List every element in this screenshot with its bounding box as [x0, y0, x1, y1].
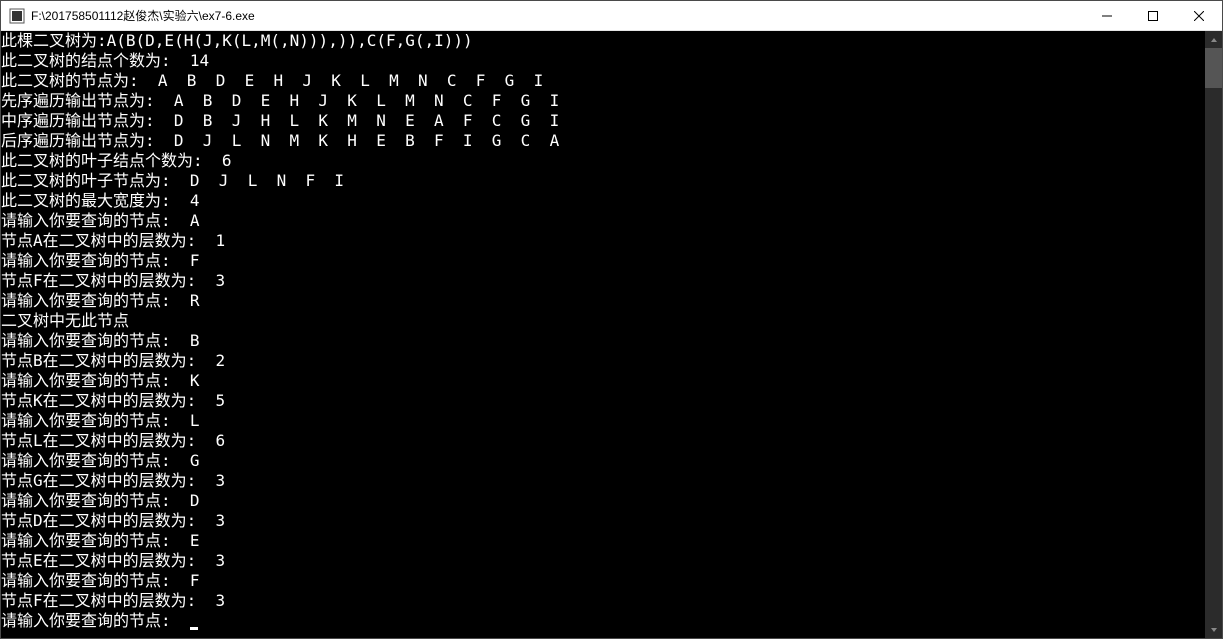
console-line: 请输入你要查询的节点: B	[1, 331, 1222, 351]
scroll-down-button[interactable]	[1205, 621, 1222, 638]
console-line: 此棵二叉树为:A(B(D,E(H(J,K(L,M(,N))),)),C(F,G(…	[1, 31, 1222, 51]
console-line: 节点G在二叉树中的层数为: 3	[1, 471, 1222, 491]
maximize-button[interactable]	[1130, 1, 1176, 30]
console-line: 请输入你要查询的节点: F	[1, 251, 1222, 271]
scrollbar-track[interactable]	[1205, 48, 1222, 621]
console-line: 此二叉树的最大宽度为: 4	[1, 191, 1222, 211]
console-line: 请输入你要查询的节点: D	[1, 491, 1222, 511]
console-line: 节点E在二叉树中的层数为: 3	[1, 551, 1222, 571]
console-output: 此棵二叉树为:A(B(D,E(H(J,K(L,M(,N))),)),C(F,G(…	[1, 31, 1222, 631]
window-controls	[1084, 1, 1222, 30]
console-line: 请输入你要查询的节点: R	[1, 291, 1222, 311]
window-title: F:\201758501112赵俊杰\实验六\ex7-6.exe	[31, 7, 1084, 24]
console-line: 节点F在二叉树中的层数为: 3	[1, 591, 1222, 611]
console-line: 此二叉树的结点个数为: 14	[1, 51, 1222, 71]
console-line: 节点B在二叉树中的层数为: 2	[1, 351, 1222, 371]
console-line: 节点L在二叉树中的层数为: 6	[1, 431, 1222, 451]
console-line: 请输入你要查询的节点: E	[1, 531, 1222, 551]
scrollbar-thumb[interactable]	[1205, 48, 1222, 88]
app-window: F:\201758501112赵俊杰\实验六\ex7-6.exe 此棵二叉树为:…	[0, 0, 1223, 639]
console-line: 二叉树中无此节点	[1, 311, 1222, 331]
console-line: 请输入你要查询的节点: G	[1, 451, 1222, 471]
console-line: 请输入你要查询的节点:	[1, 611, 1222, 631]
console-line: 节点F在二叉树中的层数为: 3	[1, 271, 1222, 291]
console-line: 节点A在二叉树中的层数为: 1	[1, 231, 1222, 251]
console-line: 请输入你要查询的节点: A	[1, 211, 1222, 231]
console-line: 中序遍历输出节点为: D B J H L K M N E A F C G I	[1, 111, 1222, 131]
console-line: 请输入你要查询的节点: F	[1, 571, 1222, 591]
console-line: 节点D在二叉树中的层数为: 3	[1, 511, 1222, 531]
titlebar[interactable]: F:\201758501112赵俊杰\实验六\ex7-6.exe	[1, 1, 1222, 31]
scroll-up-button[interactable]	[1205, 31, 1222, 48]
minimize-button[interactable]	[1084, 1, 1130, 30]
console-line: 节点K在二叉树中的层数为: 5	[1, 391, 1222, 411]
app-icon	[9, 8, 25, 24]
close-button[interactable]	[1176, 1, 1222, 30]
console-area[interactable]: 此棵二叉树为:A(B(D,E(H(J,K(L,M(,N))),)),C(F,G(…	[1, 31, 1222, 638]
console-line: 请输入你要查询的节点: L	[1, 411, 1222, 431]
console-line: 先序遍历输出节点为: A B D E H J K L M N C F G I	[1, 91, 1222, 111]
console-line: 此二叉树的叶子结点个数为: 6	[1, 151, 1222, 171]
console-line: 此二叉树的叶子节点为: D J L N F I	[1, 171, 1222, 191]
console-line: 请输入你要查询的节点: K	[1, 371, 1222, 391]
console-line: 后序遍历输出节点为: D J L N M K H E B F I G C A	[1, 131, 1222, 151]
vertical-scrollbar[interactable]	[1205, 31, 1222, 638]
text-cursor	[190, 627, 198, 630]
console-line: 此二叉树的节点为: A B D E H J K L M N C F G I	[1, 71, 1222, 91]
